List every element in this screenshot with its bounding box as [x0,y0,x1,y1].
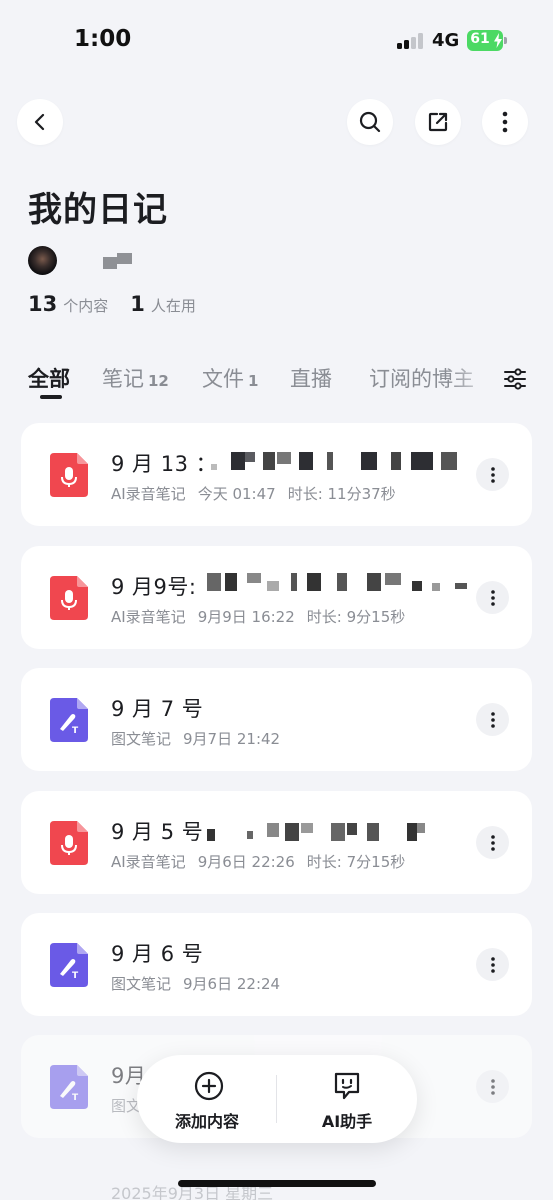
content-count: 13 [28,292,58,316]
share-button[interactable] [415,99,461,145]
ai-chat-icon [334,1072,360,1100]
battery-level: 61 [470,31,490,47]
card-date: 今天 01:47 [197,485,276,503]
redacted-text [211,452,471,470]
card-date: 9月7日 21:42 [183,730,281,748]
more-vertical-icon [490,711,495,728]
svg-text:T: T [72,726,79,736]
audio-note-icon [50,453,88,497]
card-date: 9月6日 22:24 [183,975,281,993]
list-item[interactable]: T 9 月 6 号 图文笔记 9月6日 22:24 [21,913,532,1016]
more-vertical-icon [490,466,495,483]
card-title: 9 月 6 号 [111,942,204,966]
card-duration: 时长: 7分15秒 [306,853,406,871]
card-date: 9月9日 16:22 [197,608,295,626]
status-bar: 1:00 4G 61 [0,0,553,80]
card-title: 9 月9号: [111,575,197,599]
tab-active-indicator [40,395,62,399]
card-meta: 图文笔记 9月6日 22:24 [111,973,292,994]
tab-live-label: 直播 [290,367,332,391]
tab-files-count: 1 [248,372,259,390]
audio-note-icon [50,821,88,865]
audio-note-icon [50,576,88,620]
more-vertical-icon [490,956,495,973]
redacted-text [207,823,437,841]
tab-notes-label: 笔记 [102,367,144,391]
ai-assistant-button[interactable]: AI助手 [277,1055,417,1143]
add-content-label: 添加内容 [174,1112,239,1131]
redacted-text [207,573,472,591]
plus-circle-icon [194,1071,224,1101]
status-time: 1:00 [74,26,132,52]
doc-note-icon: T [50,943,88,987]
card-more-button[interactable] [476,581,509,614]
network-type: 4G [432,30,460,51]
add-content-button[interactable]: 添加内容 [137,1055,277,1143]
svg-text:T: T [72,1093,79,1103]
signal-icon [397,33,425,49]
more-vertical-icon [490,1078,495,1095]
user-count: 1 [130,292,145,316]
tab-bar: 全部 笔记 12 文件 1 直播 订阅的博主 [0,355,553,405]
card-meta: AI录音笔记 9月6日 22:26 时长: 7分15秒 [111,851,417,872]
more-vertical-icon [490,834,495,851]
more-button[interactable] [482,99,528,145]
tab-files-label: 文件 [202,367,244,391]
card-date: 9月6日 22:26 [197,853,295,871]
tab-notes[interactable]: 笔记 12 [102,363,169,393]
search-button[interactable] [347,99,393,145]
chevron-left-icon [34,113,45,131]
tab-all[interactable]: 全部 [28,363,70,393]
card-more-button[interactable] [476,826,509,859]
card-kind: 图文笔记 [111,730,172,748]
doc-note-icon: T [50,698,88,742]
list-item[interactable]: T 9 月 7 号 图文笔记 9月7日 21:42 [21,668,532,771]
card-title: 9 月 13 ： [111,452,218,476]
battery-icon: 61 [467,30,507,51]
share-icon [428,112,448,132]
card-more-button[interactable] [476,703,509,736]
list-item[interactable]: 9 月9号: AI录音笔记 9月9日 16:22 时长: 9分15秒 [21,546,532,649]
stats-row: 13 个内容 1 人在用 [28,292,218,316]
more-vertical-icon [502,111,508,133]
card-kind: AI录音笔记 [111,485,186,503]
card-meta: AI录音笔记 9月9日 16:22 时长: 9分15秒 [111,606,417,627]
tab-all-label: 全部 [28,367,70,391]
page-title: 我的日记 [28,190,168,230]
card-kind: AI录音笔记 [111,608,186,626]
doc-note-icon: T [50,1065,88,1109]
list-item[interactable]: 9 月 5 号 AI录音笔记 9月6日 22:26 时长: 7分15秒 [21,791,532,894]
tab-notes-count: 12 [148,372,169,390]
list-item[interactable]: 9 月 13 ： AI录音笔记 今天 01:47 时长: 11分37秒 [21,423,532,526]
back-button[interactable] [17,99,63,145]
search-icon [359,111,381,133]
content-count-label: 个内容 [63,297,109,315]
tab-live[interactable]: 直播 [290,363,332,393]
user-count-label: 人在用 [150,297,196,315]
sliders-icon [504,368,526,390]
owner-name-redacted [103,253,132,271]
svg-text:T: T [72,971,79,981]
card-meta: AI录音笔记 今天 01:47 时长: 11分37秒 [111,483,408,504]
card-title: 9 月 5 号 [111,820,204,844]
card-meta: 图文笔记 9月7日 21:42 [111,728,292,749]
card-kind: 图文笔记 [111,975,172,993]
card-more-button[interactable] [476,1070,509,1103]
filter-button[interactable] [500,364,530,394]
card-duration: 时长: 11分37秒 [287,485,396,503]
card-kind: AI录音笔记 [111,853,186,871]
more-vertical-icon [490,589,495,606]
avatar[interactable] [28,246,57,275]
card-more-button[interactable] [476,458,509,491]
ai-assistant-label: AI助手 [321,1112,373,1131]
card-title: 9 月 7 号 [111,697,204,721]
card-duration: 时长: 9分15秒 [306,608,406,626]
home-indicator [178,1180,376,1187]
tab-files[interactable]: 文件 1 [202,363,258,393]
card-more-button[interactable] [476,948,509,981]
floating-action-bar: 添加内容 AI助手 [137,1055,417,1143]
